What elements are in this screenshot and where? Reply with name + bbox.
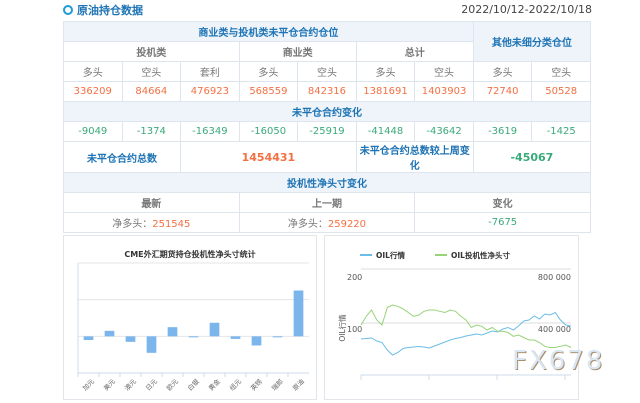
x-tick-label: 瑞郎 xyxy=(269,377,285,393)
bar-黄金 xyxy=(209,322,220,337)
chg-cell: -41448 xyxy=(355,121,416,142)
x-tick-label: 白银 xyxy=(185,377,201,393)
x-tick-label: 纽元 xyxy=(227,377,243,393)
y2-tick-label: 800 000 xyxy=(538,273,571,282)
chg-cell: -25919 xyxy=(297,121,357,142)
labels-cell: 多头 xyxy=(238,61,299,82)
bar-chart: CME外汇期货持仓投机性净头寸统计加元 美元 澳元 日元 欧元 白银 黄金 纽元 英镑 瑞郎 原油 xyxy=(77,249,309,393)
other-header: 其他未细分类仓位 xyxy=(472,21,592,62)
x-tick-label: 英镑 xyxy=(248,377,264,393)
pos-cell: 1381691 xyxy=(355,81,416,102)
y2-tick-label: 400 000 xyxy=(538,325,571,334)
net-change: -7675 xyxy=(414,212,591,233)
total-label: 未平仓合约总数 xyxy=(62,141,182,173)
labels-cell: 空头 xyxy=(531,61,591,82)
total-change-value: -45067 xyxy=(472,141,592,173)
chg-cell: -1374 xyxy=(121,121,182,142)
pos-cell: 476923 xyxy=(180,81,240,102)
bar-白银 xyxy=(188,336,199,338)
sub-header: 商业类 xyxy=(238,41,357,62)
change-header: 未平仓合约变化 xyxy=(63,101,591,122)
col-labels-row: 多头 空头 套利 多头 空头 多头 空头 多头 空头 xyxy=(63,61,591,82)
bar-澳元 xyxy=(125,336,136,342)
x-tick-label: 加元 xyxy=(80,377,96,393)
total-change-label: 未平仓合约总数较上周变化 xyxy=(355,141,474,173)
labels-cell: 空头 xyxy=(297,61,357,82)
y-tick-label: 200 xyxy=(347,273,362,282)
chg-cell: -1425 xyxy=(531,121,591,142)
bar-纽元 xyxy=(230,336,241,339)
net-previous-value: 259220 xyxy=(327,219,367,230)
positions-table: 商业类与投机类未平仓合约仓位 其他未细分类仓位 投机类 商业类 总计 多头 空头 套利 多头… xyxy=(62,21,592,233)
chg-cell: -16349 xyxy=(180,121,240,142)
labels-cell: 空头 xyxy=(121,61,182,82)
x-tick-label: 日元 xyxy=(144,377,159,392)
group-header: 商业类与投机类未平仓合约仓位 xyxy=(63,21,474,42)
net-previous: 净多头：259220 xyxy=(238,212,416,233)
bar-美元 xyxy=(104,330,115,337)
x-tick-label: 黄金 xyxy=(206,377,222,393)
x-tick-label: 原油 xyxy=(290,377,306,393)
labels-cell: 多头 xyxy=(472,61,533,82)
net-prefix: 净多头： xyxy=(287,219,328,230)
sub-header: 投机类 xyxy=(63,41,240,62)
y-tick-label: 100 xyxy=(347,325,362,334)
chg-cell: -3619 xyxy=(472,121,533,142)
chg-cell: -16050 xyxy=(238,121,299,142)
bar-日元 xyxy=(146,336,157,353)
changes-row: -9049 -1374 -16349 -16050 -25919 -41448 -43642… xyxy=(63,121,591,142)
net-col: 变化 xyxy=(414,192,591,213)
bar-加元 xyxy=(83,336,94,340)
labels-cell: 套利 xyxy=(180,61,240,82)
pos-cell: 336209 xyxy=(63,81,123,102)
labels-cell: 多头 xyxy=(355,61,416,82)
x-tick-label: 美元 xyxy=(101,377,117,393)
bar-瑞郎 xyxy=(272,336,283,338)
net-header: 投机性净头寸变化 xyxy=(63,172,591,193)
positions-row: 336209 84664 476923 568559 842316 1381691 1403… xyxy=(63,81,591,102)
net-latest: 净多头：251545 xyxy=(63,212,240,233)
labels-cell: 多头 xyxy=(63,61,123,82)
total-value: 1454431 xyxy=(180,141,357,173)
watermark: FX678 xyxy=(512,346,605,376)
net-prefix: 净多头： xyxy=(112,219,153,230)
circle-icon xyxy=(63,5,73,15)
pos-cell: 50528 xyxy=(531,81,591,102)
bar-欧元 xyxy=(167,327,178,337)
chg-cell: -9049 xyxy=(63,121,123,142)
net-latest-value: 251545 xyxy=(152,219,191,230)
net-col: 上一期 xyxy=(238,192,416,213)
net-col: 最新 xyxy=(63,192,240,213)
pos-cell: 1403903 xyxy=(414,81,474,102)
y-axis-label: OIL行情 xyxy=(337,314,347,342)
legend-label: OIL行情 xyxy=(376,250,405,260)
x-tick-label: 澳元 xyxy=(122,377,138,393)
chg-cell: -43642 xyxy=(414,121,474,142)
x-tick-label: 欧元 xyxy=(164,377,180,393)
chart-title: CME外汇期货持仓投机性净头寸统计 xyxy=(124,249,255,259)
pos-cell: 568559 xyxy=(238,81,299,102)
legend-label: OIL投机性净头寸 xyxy=(451,250,510,260)
bar-原油 xyxy=(293,290,304,337)
pos-cell: 84664 xyxy=(121,81,182,102)
bar-英镑 xyxy=(251,336,262,346)
sub-header: 总计 xyxy=(355,41,474,62)
labels-cell: 空头 xyxy=(414,61,474,82)
pos-cell: 72740 xyxy=(472,81,533,102)
page-title: 原油持仓数据 xyxy=(63,2,143,18)
pos-cell: 842316 xyxy=(297,81,357,102)
bar-chart-panel: CME外汇期货持仓投机性净头寸统计加元 美元 澳元 日元 欧元 白银 黄金 纽元 英镑 瑞郎 原油 xyxy=(63,235,317,400)
date-range: 2022/10/12-2022/10/18 xyxy=(461,3,592,16)
